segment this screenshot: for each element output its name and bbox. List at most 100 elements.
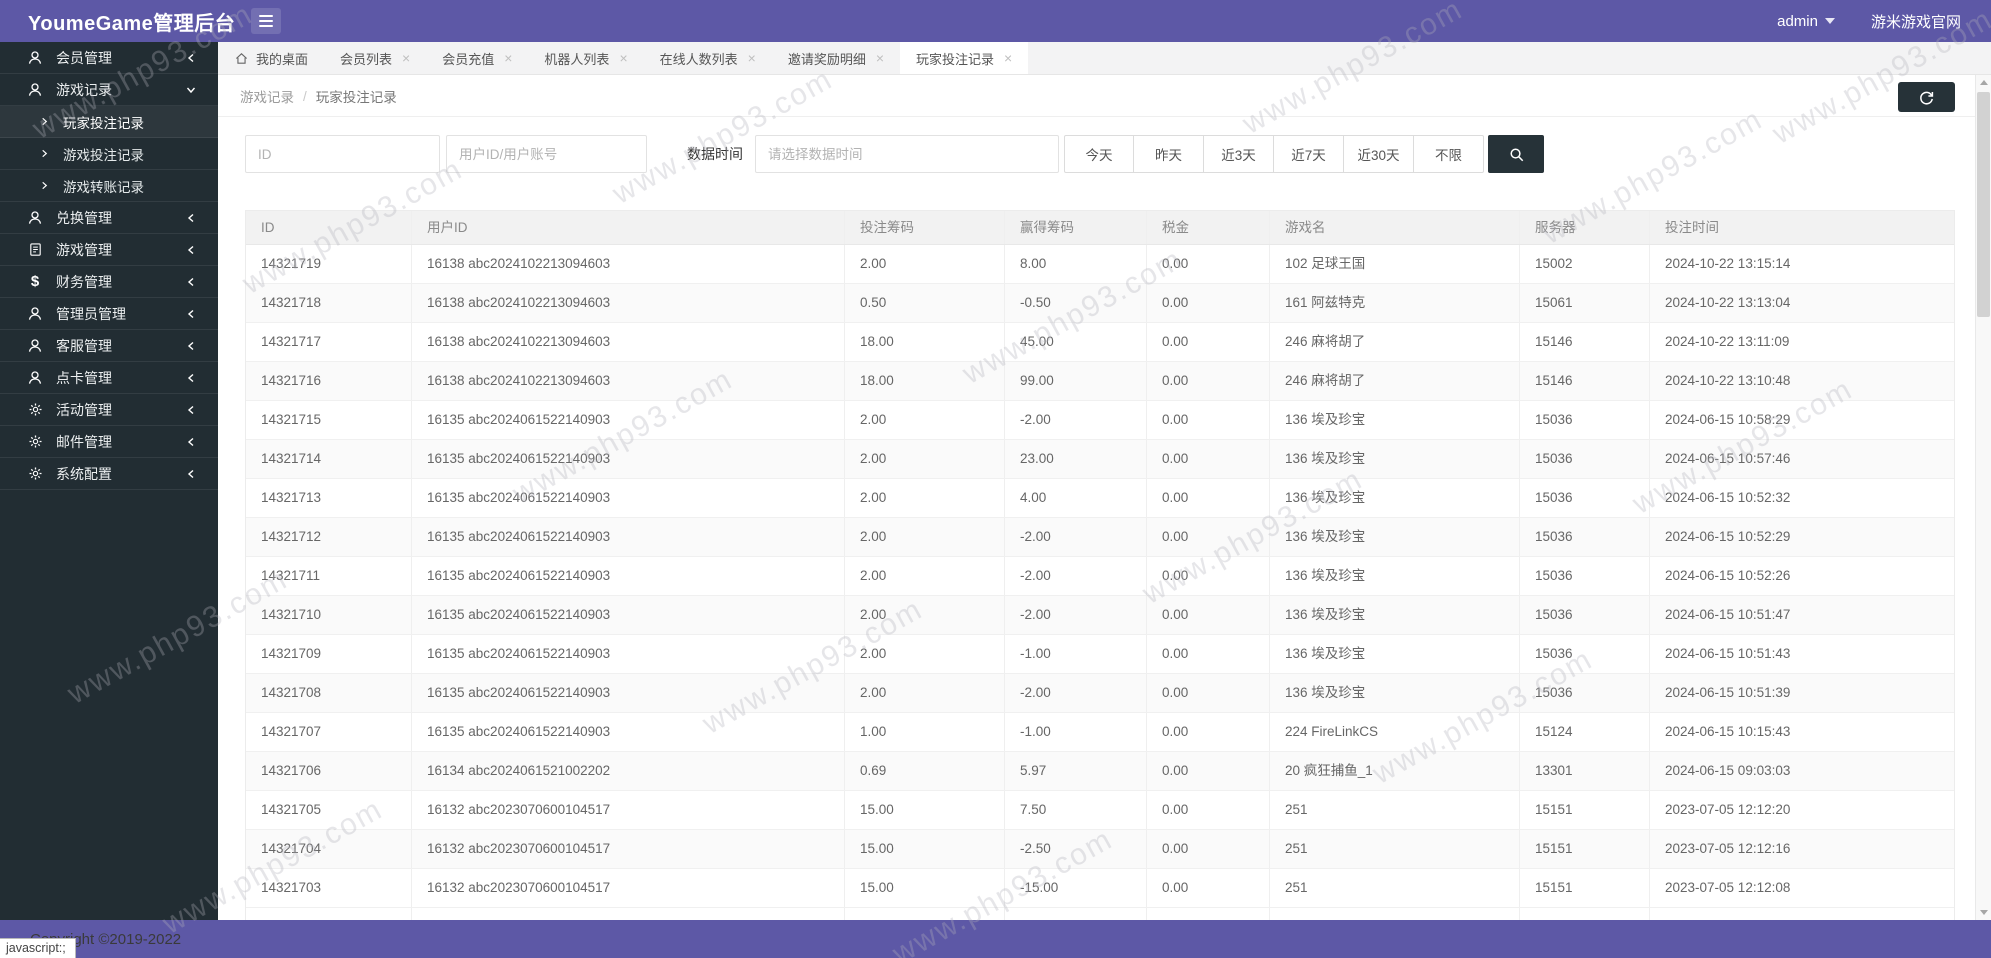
table-cell: 15151: [1520, 791, 1650, 829]
sidebar-item-mail-mgmt[interactable]: 邮件管理: [0, 426, 218, 458]
sidebar-item-system-config[interactable]: 系统配置: [0, 458, 218, 490]
table-cell: 14321707: [246, 713, 412, 751]
quick-button-last-30d[interactable]: 近30天: [1344, 135, 1414, 173]
official-site-link[interactable]: 游米游戏官网: [1871, 11, 1961, 32]
table-cell: 2024-06-15 09:03:03: [1650, 752, 1954, 790]
table-cell: 14321708: [246, 674, 412, 712]
user-id-input[interactable]: [446, 135, 647, 173]
breadcrumb-parent[interactable]: 游戏记录: [240, 86, 294, 106]
sidebar-item-exchange-mgmt[interactable]: 兑换管理: [0, 202, 218, 234]
date-range-input[interactable]: [755, 135, 1059, 173]
sidebar-item-member-mgmt[interactable]: 会员管理: [0, 42, 218, 74]
close-icon[interactable]: ×: [876, 51, 884, 65]
table-cell: 136 埃及珍宝: [1270, 635, 1520, 673]
gear-icon: [27, 402, 43, 418]
table-cell: 16138 abc2024102213094603: [412, 323, 845, 361]
table-row: 1432170516132 abc202307060010451715.007.…: [246, 791, 1954, 830]
tab-online-count-list[interactable]: 在线人数列表×: [644, 42, 772, 74]
table-cell: 15036: [1520, 440, 1650, 478]
search-button[interactable]: [1488, 135, 1544, 173]
hamburger-menu-icon[interactable]: [251, 8, 281, 34]
quick-button-last-3d[interactable]: 近3天: [1204, 135, 1274, 173]
table-cell: 0.00: [1147, 518, 1270, 556]
close-icon[interactable]: ×: [1004, 51, 1012, 65]
table-cell: 0.00: [1147, 245, 1270, 283]
sidebar: 会员管理游戏记录玩家投注记录游戏投注记录游戏转账记录兑换管理游戏管理$财务管理管…: [0, 42, 218, 920]
quick-button-today[interactable]: 今天: [1064, 135, 1134, 173]
table-row: 1432171216135 abc20240615221409032.00-2.…: [246, 518, 1954, 557]
refresh-button[interactable]: [1898, 82, 1955, 112]
tab-bar: 我的桌面会员列表×会员充值×机器人列表×在线人数列表×邀请奖励明细×玩家投注记录…: [218, 42, 1991, 75]
tab-player-bet-records[interactable]: 玩家投注记录×: [900, 42, 1028, 74]
sidebar-item-card-mgmt[interactable]: 点卡管理: [0, 362, 218, 394]
table-row: 1432171416135 abc20240615221409032.0023.…: [246, 440, 1954, 479]
tab-robot-list[interactable]: 机器人列表×: [528, 42, 643, 74]
id-input[interactable]: [245, 135, 440, 173]
table-cell: 0.00: [1147, 791, 1270, 829]
chevron-down-icon: [1825, 18, 1835, 24]
sidebar-item-game-mgmt[interactable]: 游戏管理: [0, 234, 218, 266]
vertical-scrollbar: [1975, 75, 1991, 920]
table-cell: 16135 abc2024061522140903: [412, 479, 845, 517]
table-cell: 0.00: [1147, 401, 1270, 439]
table-cell: 0.00: [1147, 830, 1270, 868]
table-cell: 15002: [1520, 245, 1650, 283]
table-cell: 16135 abc2024061522140903: [412, 596, 845, 634]
close-icon[interactable]: ×: [402, 51, 410, 65]
scrollbar-up-arrow[interactable]: [1976, 75, 1991, 90]
table-cell: 0.00: [1147, 323, 1270, 361]
table-cell: 2.00: [845, 674, 1005, 712]
sidebar-item-game-records[interactable]: 游戏记录: [0, 74, 218, 106]
quick-button-yesterday[interactable]: 昨天: [1134, 135, 1204, 173]
sidebar-subitem-player-bet-records[interactable]: 玩家投注记录: [0, 106, 218, 138]
sidebar-item-support-mgmt[interactable]: 客服管理: [0, 330, 218, 362]
admin-user-dropdown[interactable]: admin: [1777, 13, 1835, 30]
table-cell: 14321704: [246, 830, 412, 868]
sidebar-item-activity-mgmt[interactable]: 活动管理: [0, 394, 218, 426]
table-cell: 0.00: [1147, 752, 1270, 790]
table-cell: 2024-10-22 13:13:04: [1650, 284, 1954, 322]
sidebar-item-admin-mgmt[interactable]: 管理员管理: [0, 298, 218, 330]
table-row: 1432171916138 abc20241022130946032.008.0…: [246, 245, 1954, 284]
sidebar-item-label: 会员管理: [56, 48, 186, 68]
sidebar-subitem-game-transfer-records[interactable]: 游戏转账记录: [0, 170, 218, 202]
quick-button-unlimited[interactable]: 不限: [1414, 135, 1484, 173]
table-row: 1432171016135 abc20240615221409032.00-2.…: [246, 596, 1954, 635]
tab-label: 会员列表: [340, 49, 392, 68]
table-cell: 8.00: [1005, 245, 1147, 283]
table-cell: 136 埃及珍宝: [1270, 479, 1520, 517]
sidebar-item-label: 兑换管理: [56, 208, 186, 228]
close-icon[interactable]: ×: [748, 51, 756, 65]
sidebar-subitem-game-bet-records[interactable]: 游戏投注记录: [0, 138, 218, 170]
table-cell: 136 埃及珍宝: [1270, 674, 1520, 712]
table-cell: 161 阿兹特克: [1270, 284, 1520, 322]
breadcrumb-separator: /: [303, 89, 307, 104]
tab-desktop[interactable]: 我的桌面: [218, 42, 324, 74]
scrollbar-thumb[interactable]: [1977, 92, 1990, 317]
sidebar-item-label: 活动管理: [56, 400, 186, 420]
table-row: 1432171716138 abc202410221309460318.0045…: [246, 323, 1954, 362]
tab-invite-reward-detail[interactable]: 邀请奖励明细×: [772, 42, 900, 74]
table-cell: 224 FireLinkCS: [1270, 713, 1520, 751]
table-cell: -2.00: [1005, 518, 1147, 556]
table-cell: 14321709: [246, 635, 412, 673]
sidebar-item-label: 游戏记录: [56, 80, 186, 100]
table-cell: 136 埃及珍宝: [1270, 518, 1520, 556]
table-cell: 2.00: [845, 518, 1005, 556]
sidebar-menu: 会员管理游戏记录玩家投注记录游戏投注记录游戏转账记录兑换管理游戏管理$财务管理管…: [0, 42, 218, 490]
scrollbar-down-arrow[interactable]: [1976, 905, 1991, 920]
tab-member-list[interactable]: 会员列表 ×: [324, 42, 426, 74]
tab-member-recharge[interactable]: 会员充值×: [426, 42, 528, 74]
table-cell: 14321711: [246, 557, 412, 595]
quick-button-last-7d[interactable]: 近7天: [1274, 135, 1344, 173]
table-cell: 2024-06-15 10:58:29: [1650, 401, 1954, 439]
sidebar-item-finance-mgmt[interactable]: $财务管理: [0, 266, 218, 298]
sidebar-subitem-label: 玩家投注记录: [63, 112, 144, 132]
table-row: 1432171316135 abc20240615221409032.004.0…: [246, 479, 1954, 518]
close-icon[interactable]: ×: [504, 51, 512, 65]
column-header: ID: [246, 211, 412, 244]
close-icon[interactable]: ×: [619, 51, 627, 65]
sidebar-subitem-label: 游戏转账记录: [63, 176, 144, 196]
table-cell: 16132 abc2023070600104517: [412, 830, 845, 868]
table-cell: 2.00: [845, 557, 1005, 595]
